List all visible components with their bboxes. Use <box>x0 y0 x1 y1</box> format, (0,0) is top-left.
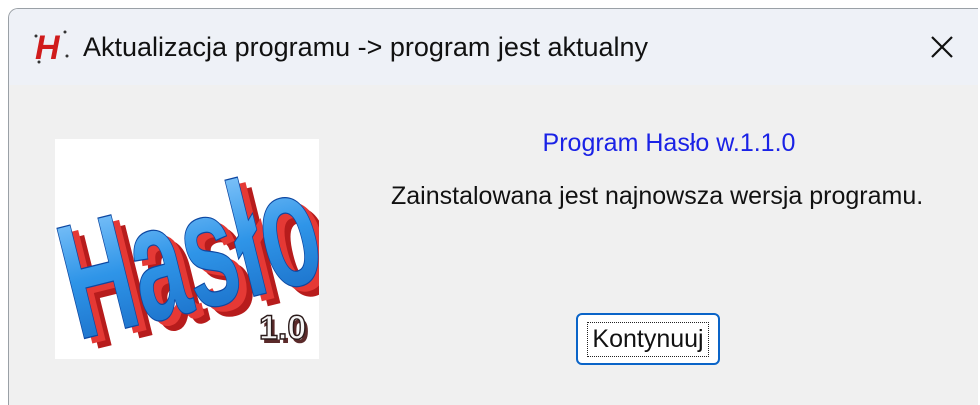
haslo-logo-image: Hasło Hasło Hasło 1.0 1.0 <box>42 132 352 385</box>
h-logo-icon: H <box>31 26 71 67</box>
dialog-content: Hasło Hasło Hasło 1.0 1.0 Program Hasło … <box>9 85 978 405</box>
window-title: Aktualizacja programu -> program jest ak… <box>83 32 649 62</box>
title-bar[interactable]: H Aktualizacja programu -> program jest … <box>9 9 978 85</box>
program-version-label: Program Hasło w.1.1.0 <box>542 129 796 157</box>
dialog-window: H Aktualizacja programu -> program jest … <box>8 8 978 405</box>
close-button[interactable] <box>906 9 978 85</box>
continue-button[interactable]: Kontynuuj <box>576 313 720 365</box>
svg-text:1.0: 1.0 <box>259 309 306 347</box>
continue-button-label: Kontynuuj <box>587 321 709 357</box>
status-message: Zainstalowana jest najnowsza wersja prog… <box>391 182 924 210</box>
svg-text:H: H <box>35 29 61 66</box>
close-icon <box>931 36 953 58</box>
